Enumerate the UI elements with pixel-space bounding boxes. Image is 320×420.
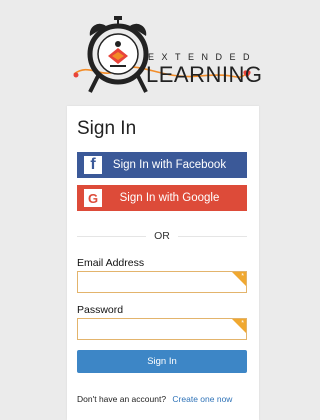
logo: EXTENDED LEARNING	[60, 10, 263, 100]
divider-text: OR	[154, 230, 170, 242]
logo-subtitle: EXTENDED	[148, 52, 258, 62]
email-label: Email Address	[77, 257, 145, 269]
google-icon: G	[84, 189, 102, 207]
required-marker: *	[241, 273, 244, 280]
signup-prompt: Don't have an account? Create one now	[77, 394, 232, 404]
required-marker: *	[241, 320, 244, 327]
facebook-signin-label: Sign In with Facebook	[112, 159, 227, 171]
google-signin-label: Sign In with Google	[119, 192, 220, 204]
google-signin-button[interactable]: G Sign In with Google	[77, 185, 247, 211]
signup-prompt-text: Don't have an account?	[77, 394, 167, 404]
password-field[interactable]	[78, 319, 246, 339]
divider-line-left	[77, 235, 147, 237]
password-label: Password	[77, 304, 124, 316]
logo-title: LEARNING	[146, 62, 263, 87]
create-account-link[interactable]: Create one now	[172, 394, 232, 404]
or-divider: OR	[77, 229, 247, 243]
divider-line-right	[177, 235, 247, 237]
facebook-signin-button[interactable]: f Sign In with Facebook	[77, 152, 247, 178]
email-field-wrapper: *	[77, 271, 247, 293]
email-field[interactable]	[78, 272, 246, 292]
page-title: Sign In	[77, 118, 137, 139]
password-field-wrapper: *	[77, 318, 247, 340]
facebook-icon: f	[84, 156, 102, 174]
signin-card: Sign In f Sign In with Facebook G Sign I…	[67, 106, 259, 420]
signin-button[interactable]: Sign In	[77, 350, 247, 373]
